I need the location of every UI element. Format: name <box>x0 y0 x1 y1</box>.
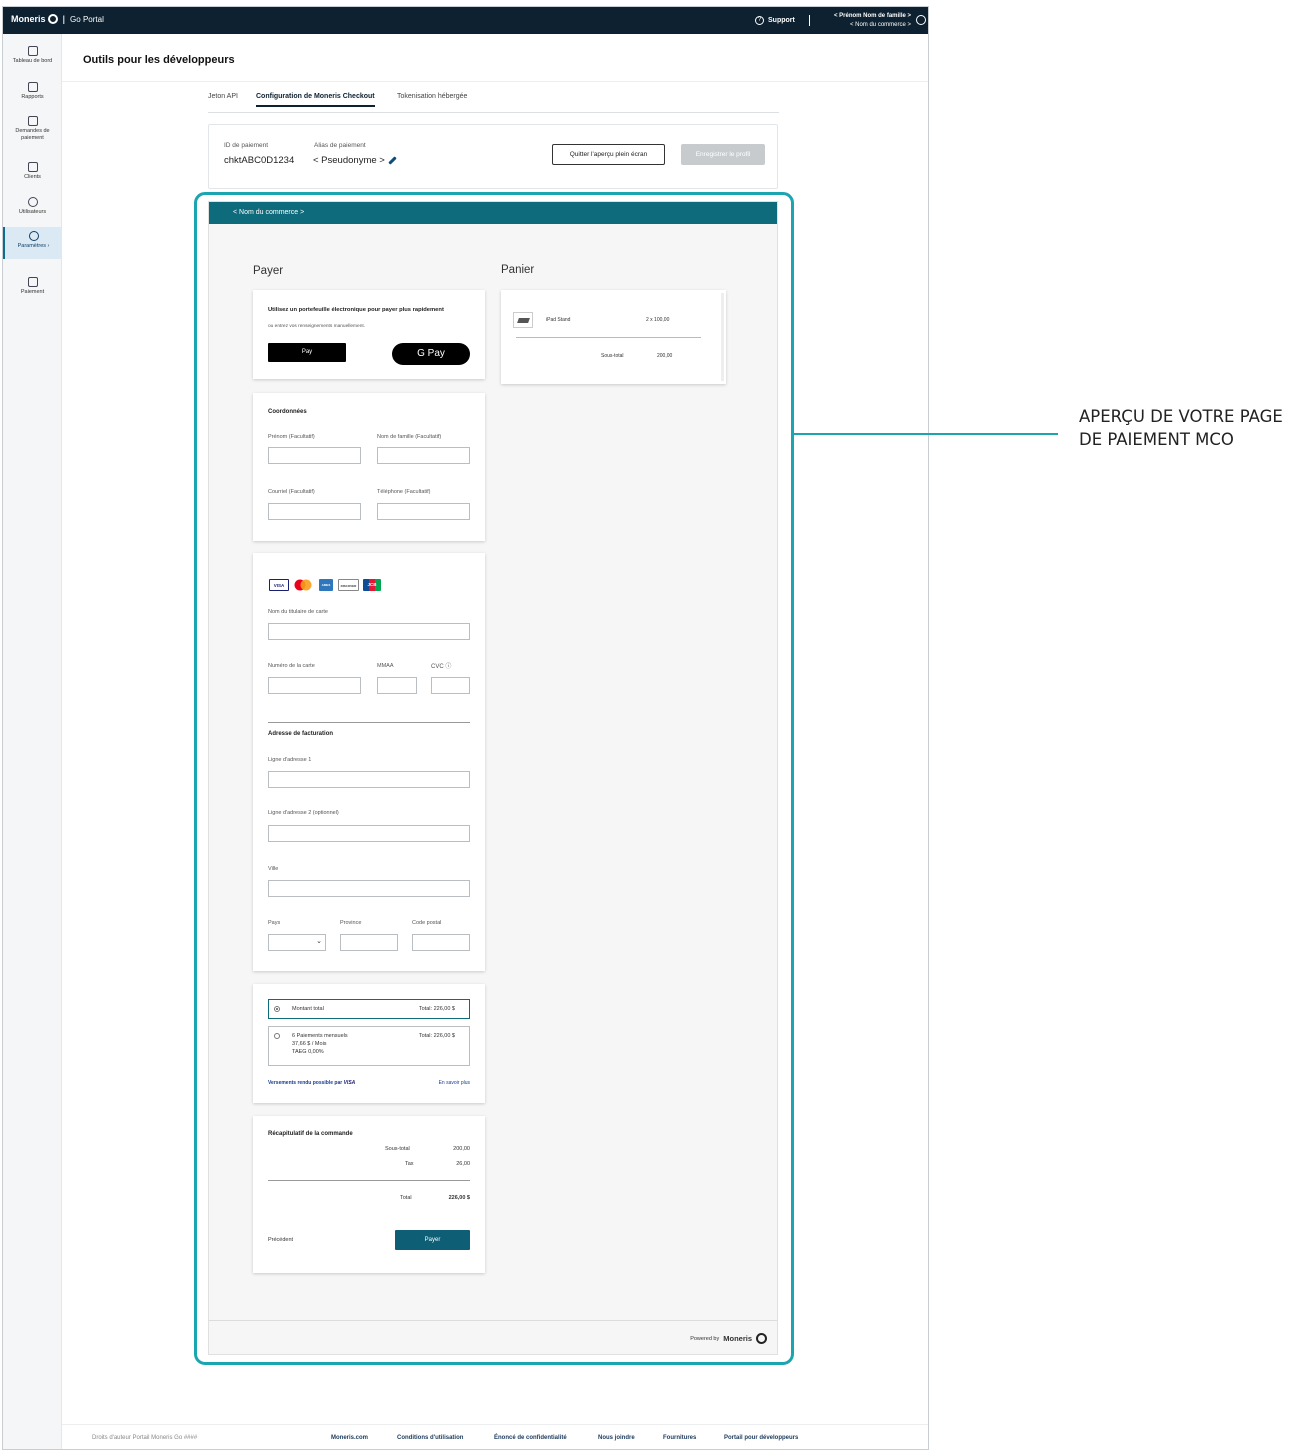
gear-icon <box>28 231 39 241</box>
pencil-icon[interactable] <box>388 156 397 165</box>
sidebar-item-label: Rapports <box>21 94 44 100</box>
payment-request-icon <box>27 116 38 126</box>
footer-link-moneris[interactable]: Moneris.com <box>331 1435 368 1441</box>
footer-link-supplies[interactable]: Fournitures <box>663 1435 696 1441</box>
exit-fullscreen-button[interactable]: Quitter l'aperçu plein écran <box>552 144 665 165</box>
footer-link-terms[interactable]: Conditions d'utilisation <box>397 1435 463 1441</box>
preview-highlight-frame <box>194 192 794 1365</box>
merchant-name: < Nom du commerce > <box>849 22 911 28</box>
sidebar-item-reports[interactable]: Rapports <box>3 82 62 101</box>
callout-label: APERÇU DE VOTRE PAGE DE PAIEMENT MCO <box>1079 405 1283 451</box>
support-link[interactable]: ? Support <box>755 16 795 25</box>
checkout-alias: < Pseudonyme > <box>313 155 397 166</box>
product-name: Go Portal <box>70 14 104 24</box>
footer-link-developers[interactable]: Portail pour développeurs <box>724 1435 798 1441</box>
checkout-alias-value: < Pseudonyme > <box>313 155 385 166</box>
topbar-divider <box>809 15 810 26</box>
sidebar-item-label: Utilisateurs <box>18 209 47 215</box>
sidebar-item-settings[interactable]: Paramètres › <box>3 227 62 259</box>
sidebar-item-dashboard[interactable]: Tableau de bord <box>3 46 62 65</box>
tab-bar: Jeton API Configuration de Moneris Check… <box>208 93 779 113</box>
sidebar-item-label: Clients <box>24 174 41 180</box>
callout-line-1: APERÇU DE VOTRE PAGE <box>1079 407 1283 426</box>
sidebar-item-payment-requests[interactable]: Demandes de paiement <box>3 116 62 142</box>
title-divider <box>62 81 928 82</box>
page-footer: Droits d'auteur Portail Moneris Go #### … <box>62 1424 928 1449</box>
tab-hosted-tokenization[interactable]: Tokenisation hébergée <box>397 93 467 105</box>
page-title: Outils pour les développeurs <box>83 54 235 66</box>
sidebar-item-customers[interactable]: Clients <box>3 162 62 181</box>
sidebar: Tableau de bord Rapports Demandes de pai… <box>3 34 62 1449</box>
dashboard-icon <box>27 46 38 56</box>
moneris-logo[interactable]: Moneris | Go Portal <box>11 14 104 24</box>
tab-api-token[interactable]: Jeton API <box>208 93 238 105</box>
sidebar-item-users[interactable]: Utilisateurs <box>3 197 62 216</box>
sidebar-item-payment[interactable]: Paiement <box>3 277 62 296</box>
sidebar-item-label: Paramètres › <box>17 243 50 249</box>
checkout-profile-card: ID de paiement chktABC0D1234 Alias de pa… <box>208 124 778 189</box>
tab-checkout-config[interactable]: Configuration de Moneris Checkout <box>256 93 375 107</box>
checkout-id-value: chktABC0D1234 <box>224 155 295 166</box>
report-icon <box>27 82 38 92</box>
brand-name: Moneris <box>11 14 46 24</box>
user-name: < Prénom Nom de famille > <box>833 13 911 19</box>
checkout-alias-label: Alias de paiement <box>314 142 366 149</box>
customers-icon <box>27 162 38 172</box>
footer-link-contact[interactable]: Nous joindre <box>598 1435 635 1441</box>
moneris-swirl-icon <box>47 14 58 24</box>
sidebar-item-label: Paiement <box>20 289 45 295</box>
copyright-text: Droits d'auteur Portail Moneris Go #### <box>92 1435 198 1441</box>
sidebar-item-label: Demandes de paiement <box>15 128 50 141</box>
checkout-id-label: ID de paiement <box>224 142 269 149</box>
user-menu[interactable]: < Prénom Nom de famille > < Nom du comme… <box>815 12 911 30</box>
sidebar-item-label: Tableau de bord <box>12 58 53 64</box>
payment-icon <box>27 277 38 287</box>
callout-connector-line <box>794 433 1058 435</box>
support-label: Support <box>768 17 795 24</box>
footer-link-privacy[interactable]: Énoncé de confidentialité <box>494 1435 567 1441</box>
users-icon <box>27 197 38 207</box>
callout-line-2: DE PAIEMENT MCO <box>1079 430 1234 449</box>
brand-separator: | <box>62 14 66 24</box>
user-account-icon[interactable] <box>916 15 926 25</box>
help-icon: ? <box>755 16 764 25</box>
save-profile-button[interactable]: Enregistrer le profil <box>681 144 765 165</box>
top-bar: Moneris | Go Portal ? Support < Prénom N… <box>3 7 928 34</box>
